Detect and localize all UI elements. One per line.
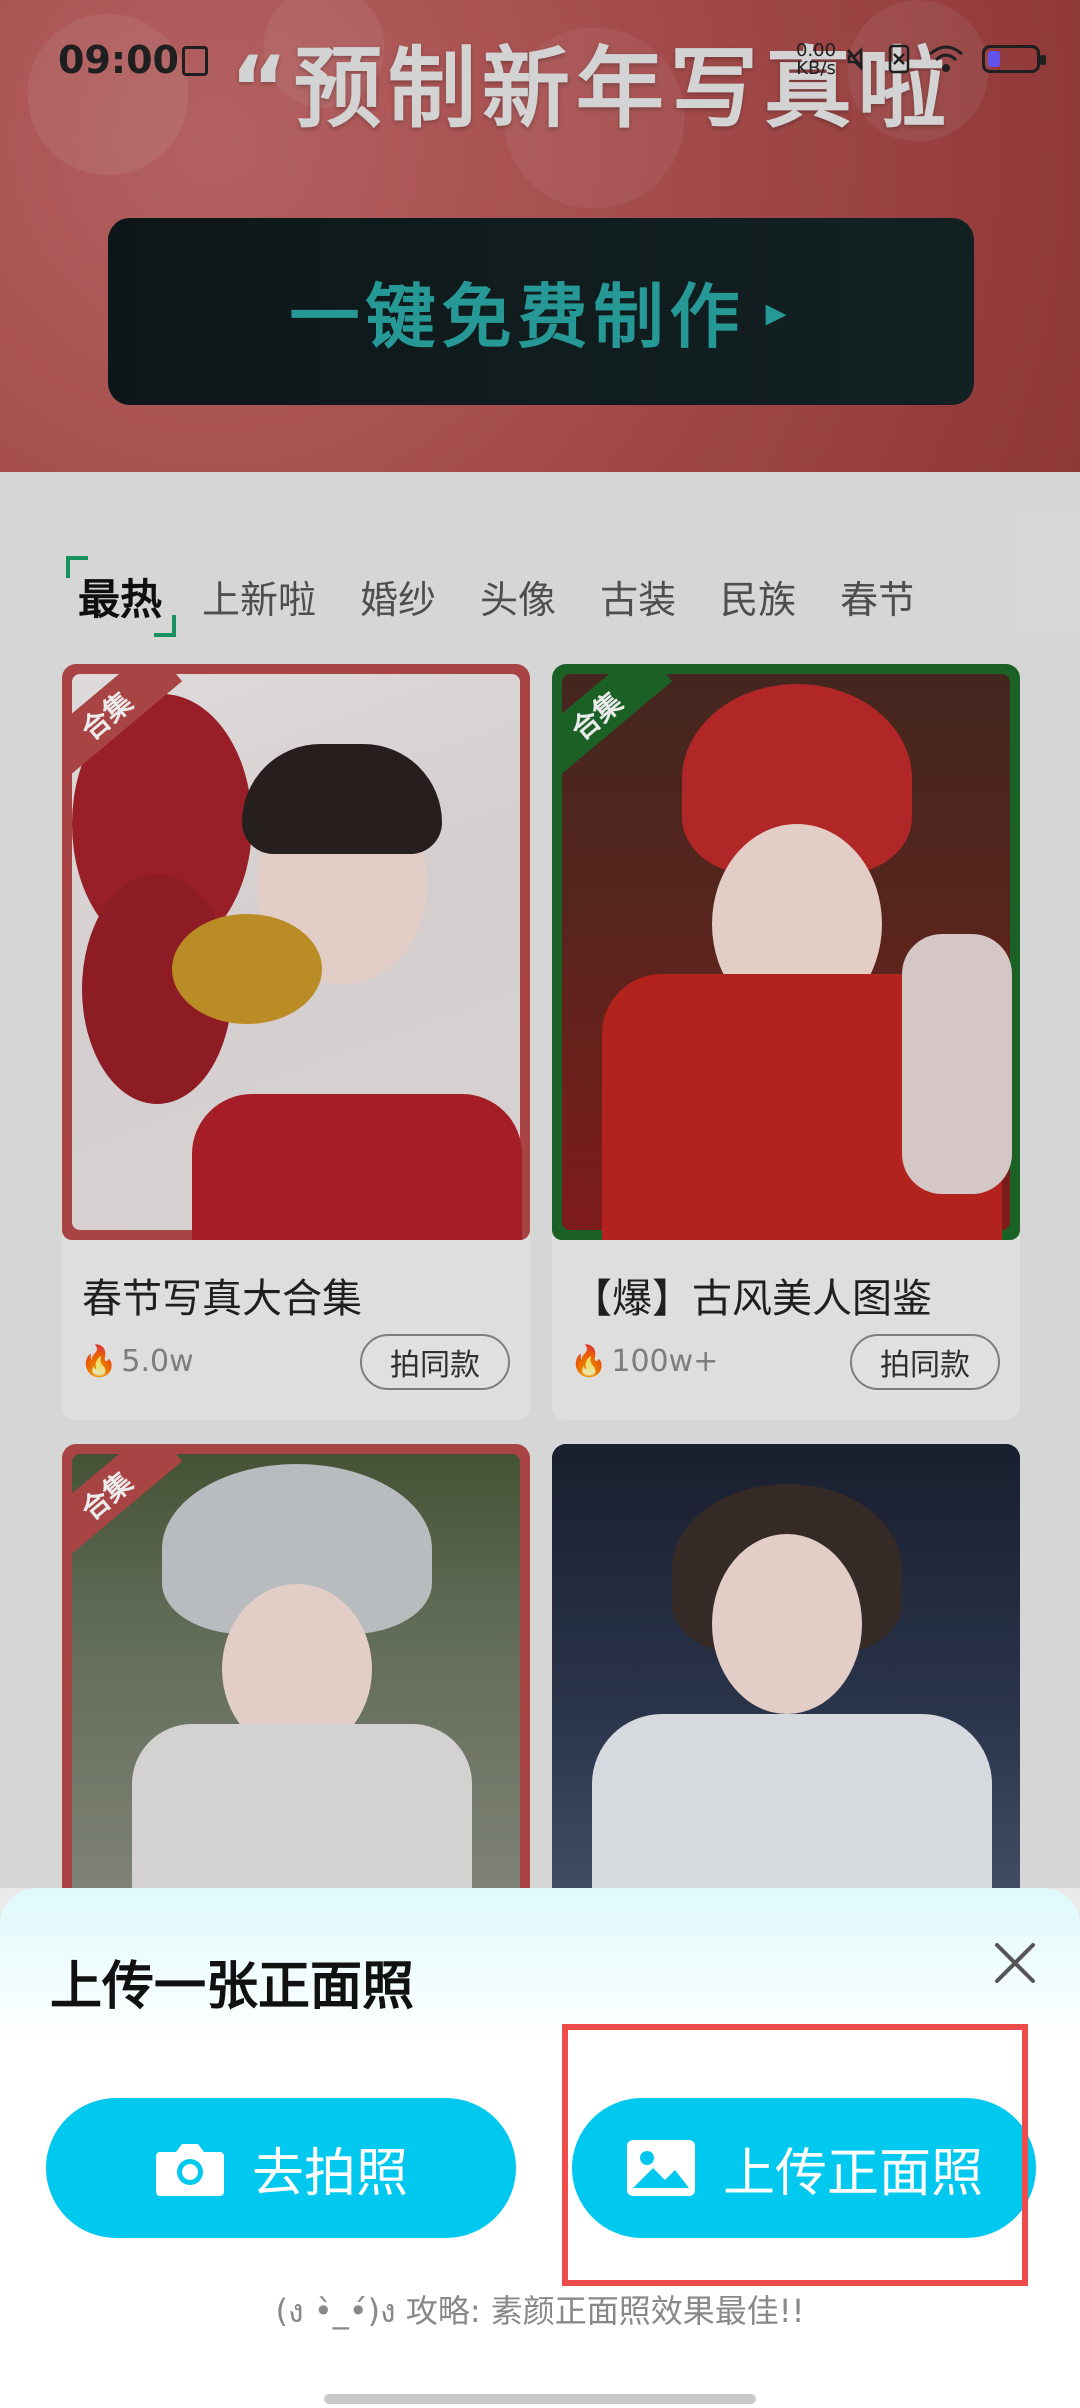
tip-text: (ง •̀_•́)ง 攻略: 素颜正面照效果最佳!!: [275, 2292, 805, 2330]
camera-icon: [155, 2144, 224, 2196]
highlight-box: [562, 2024, 1028, 2286]
sheet-title: 上传一张正面照: [50, 1957, 415, 2017]
take-photo-label: 去拍照: [251, 2143, 408, 2204]
dim-overlay: [0, 0, 1080, 1888]
upload-sheet: 上传一张正面照 去拍照 上传正面照 (ง •̀_•́)ง 攻略: 素颜正面照效果…: [0, 1888, 1080, 2408]
home-indicator[interactable]: [324, 2394, 756, 2404]
close-icon: [995, 1943, 1035, 1983]
close-button[interactable]: [980, 1928, 1050, 1998]
take-photo-button[interactable]: 去拍照: [46, 2098, 516, 2238]
